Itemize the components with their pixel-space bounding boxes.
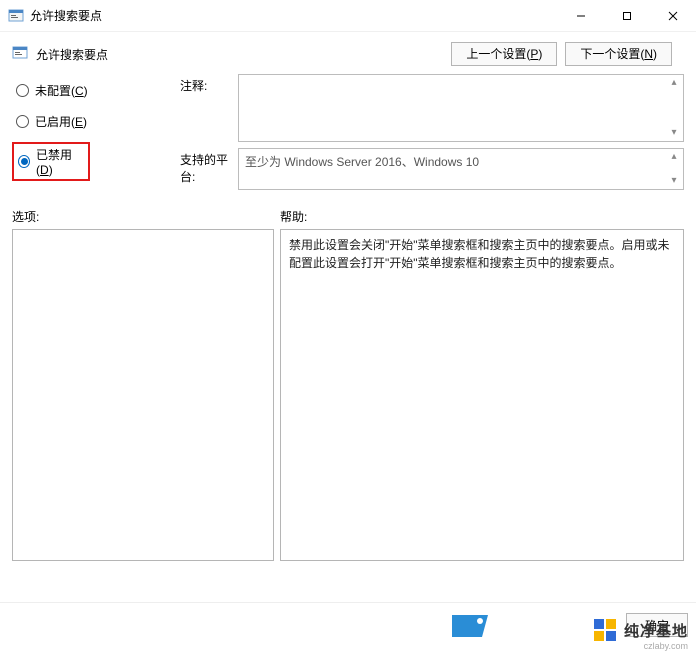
- app-icon: [8, 8, 24, 24]
- scroll-up-icon[interactable]: ▴: [667, 76, 681, 90]
- scroll-down-icon[interactable]: ▾: [667, 174, 681, 188]
- supported-on-value: 至少为 Windows Server 2016、Windows 10: [245, 155, 479, 169]
- policy-icon: [12, 45, 28, 64]
- help-text: 禁用此设置会关闭"开始"菜单搜索框和搜索主页中的搜索要点。启用或未配置此设置会打…: [289, 238, 670, 270]
- policy-title: 允许搜索要点: [36, 46, 108, 63]
- radio-disabled[interactable]: 已禁用(D): [18, 146, 84, 177]
- radio-enabled[interactable]: 已启用(E): [12, 111, 180, 132]
- section-labels: 选项: 帮助:: [0, 190, 696, 229]
- options-label: 选项:: [12, 208, 280, 225]
- state-radio-group: 未配置(C) 已启用(E) 已禁用(D): [12, 72, 180, 190]
- maximize-button[interactable]: [604, 0, 650, 31]
- watermark-domain: czlaby.com: [644, 641, 688, 651]
- radio-icon: [16, 84, 29, 97]
- comment-textarea[interactable]: ▴ ▾: [238, 74, 684, 142]
- supported-on-box: 至少为 Windows Server 2016、Windows 10 ▴ ▾: [238, 148, 684, 190]
- radio-icon: [16, 115, 29, 128]
- window-title: 允许搜索要点: [30, 7, 102, 24]
- help-label: 帮助:: [280, 208, 307, 225]
- previous-setting-button[interactable]: 上一个设置(P): [451, 42, 557, 66]
- watermark-brand: 纯净基地: [624, 623, 688, 640]
- watermark: 纯净基地 czlaby.com: [592, 617, 688, 643]
- minimize-button[interactable]: [558, 0, 604, 31]
- watermark-icon: [592, 617, 618, 643]
- radio-disabled-highlight: 已禁用(D): [12, 142, 90, 181]
- overlay-logo-icon: [450, 611, 494, 641]
- radio-icon: [18, 155, 30, 168]
- comment-label: 注释:: [180, 74, 236, 94]
- subtitle-row: 允许搜索要点 上一个设置(P) 下一个设置(N): [0, 32, 696, 72]
- options-panel: [12, 229, 274, 561]
- close-button[interactable]: [650, 0, 696, 31]
- window-controls: [558, 0, 696, 31]
- scroll-up-icon[interactable]: ▴: [667, 150, 681, 164]
- bottom-bar: 确定 纯净基地 czlaby.com: [0, 602, 696, 647]
- next-setting-button[interactable]: 下一个设置(N): [565, 42, 672, 66]
- help-panel: 禁用此设置会关闭"开始"菜单搜索框和搜索主页中的搜索要点。启用或未配置此设置会打…: [280, 229, 684, 561]
- supported-on-label: 支持的平台:: [180, 148, 236, 185]
- title-bar: 允许搜索要点: [0, 0, 696, 32]
- radio-not-configured[interactable]: 未配置(C): [12, 80, 180, 101]
- scroll-down-icon[interactable]: ▾: [667, 126, 681, 140]
